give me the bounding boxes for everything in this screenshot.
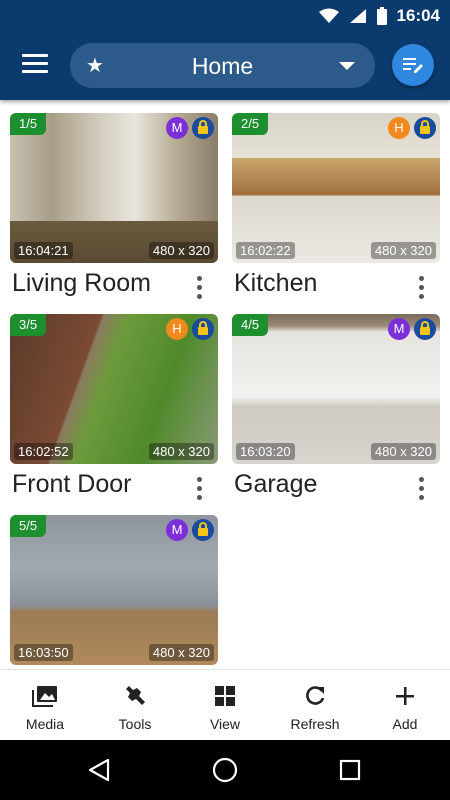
camera-index-badge: 1/5 <box>10 113 47 135</box>
camera-tile[interactable]: 4/5 M 16:03:20 480 x 320 Garage <box>232 314 440 500</box>
wifi-icon <box>318 8 339 23</box>
camera-tile[interactable]: 2/5 H 16:02:22 480 x 320 Kitchen <box>232 113 440 299</box>
camera-thumbnail[interactable]: 3/5 H 16:02:52 480 x 320 <box>10 314 218 464</box>
refresh-icon <box>304 684 326 708</box>
camera-name: Kitchen <box>234 269 318 297</box>
camera-name: Garage <box>234 470 318 498</box>
more-options-icon[interactable] <box>197 276 202 303</box>
signal-icon <box>349 9 366 23</box>
camera-resolution: 480 x 320 <box>148 242 214 259</box>
bottom-nav: Media Tools View Refresh Add <box>0 669 450 739</box>
nav-view-button[interactable]: View <box>180 670 270 739</box>
camera-thumbnail[interactable]: 5/5 M 16:03:50 480 x 320 <box>10 515 218 665</box>
camera-thumbnail[interactable]: 4/5 M 16:03:20 480 x 320 <box>232 314 440 464</box>
app-bar: ★ Home <box>0 32 450 100</box>
more-options-icon[interactable] <box>419 477 424 504</box>
camera-timestamp: 16:02:22 <box>236 242 295 259</box>
camera-tile[interactable]: 5/5 M 16:03:50 480 x 320 <box>10 515 218 665</box>
lock-icon <box>192 318 214 340</box>
more-options-icon[interactable] <box>419 276 424 303</box>
home-icon[interactable] <box>212 757 238 783</box>
mode-badge: H <box>388 117 410 139</box>
nav-view-label: View <box>209 716 241 732</box>
camera-timestamp: 16:02:52 <box>14 443 73 460</box>
mode-badge: M <box>388 318 410 340</box>
camera-timestamp: 16:03:50 <box>14 644 73 661</box>
lock-icon <box>414 318 436 340</box>
edit-list-button[interactable] <box>392 44 434 86</box>
status-time: 16:04 <box>396 6 440 25</box>
lock-icon <box>414 117 436 139</box>
location-label: Home <box>191 53 254 79</box>
camera-resolution: 480 x 320 <box>370 443 436 460</box>
camera-name: Living Room <box>12 269 151 297</box>
plus-icon <box>395 684 415 708</box>
camera-timestamp: 16:04:21 <box>14 242 73 259</box>
grid-icon <box>215 684 235 708</box>
camera-name: Front Door <box>12 470 132 498</box>
camera-index-badge: 4/5 <box>232 314 269 336</box>
camera-index-badge: 2/5 <box>232 113 269 135</box>
status-bar: 16:04 <box>0 0 450 32</box>
camera-tile[interactable]: 1/5 M 16:04:21 480 x 320 Living Room <box>10 113 218 299</box>
nav-media-label: Media <box>25 716 65 732</box>
back-icon[interactable] <box>88 758 110 782</box>
lock-icon <box>192 117 214 139</box>
nav-add-button[interactable]: Add <box>360 670 450 739</box>
camera-resolution: 480 x 320 <box>148 644 214 661</box>
camera-index-badge: 3/5 <box>10 314 47 336</box>
nav-add-label: Add <box>392 716 418 732</box>
nav-refresh-label: Refresh <box>290 716 340 732</box>
camera-timestamp: 16:03:20 <box>236 443 295 460</box>
status-icons: 16:04 <box>318 6 440 26</box>
nav-tools-button[interactable]: Tools <box>90 670 180 739</box>
wrench-icon <box>123 684 147 708</box>
chevron-down-icon <box>339 62 355 70</box>
camera-thumbnail[interactable]: 1/5 M 16:04:21 480 x 320 <box>10 113 218 263</box>
mode-badge: M <box>166 519 188 541</box>
camera-resolution: 480 x 320 <box>370 242 436 259</box>
camera-resolution: 480 x 320 <box>148 443 214 460</box>
menu-icon[interactable] <box>22 54 48 76</box>
battery-icon <box>376 7 387 25</box>
more-options-icon[interactable] <box>197 477 202 504</box>
nav-tools-label: Tools <box>118 716 152 732</box>
edit-list-icon <box>403 58 423 73</box>
mode-badge: M <box>166 117 188 139</box>
lock-icon <box>192 519 214 541</box>
camera-thumbnail[interactable]: 2/5 H 16:02:22 480 x 320 <box>232 113 440 263</box>
nav-refresh-button[interactable]: Refresh <box>270 670 360 739</box>
mode-badge: H <box>166 318 188 340</box>
system-nav-bar <box>0 740 450 800</box>
location-selector[interactable]: ★ Home <box>70 43 375 88</box>
camera-index-badge: 5/5 <box>10 515 47 537</box>
nav-media-button[interactable]: Media <box>0 670 90 739</box>
media-icon <box>32 684 58 708</box>
camera-tile[interactable]: 3/5 H 16:02:52 480 x 320 Front Door <box>10 314 218 500</box>
recents-icon[interactable] <box>339 759 361 781</box>
